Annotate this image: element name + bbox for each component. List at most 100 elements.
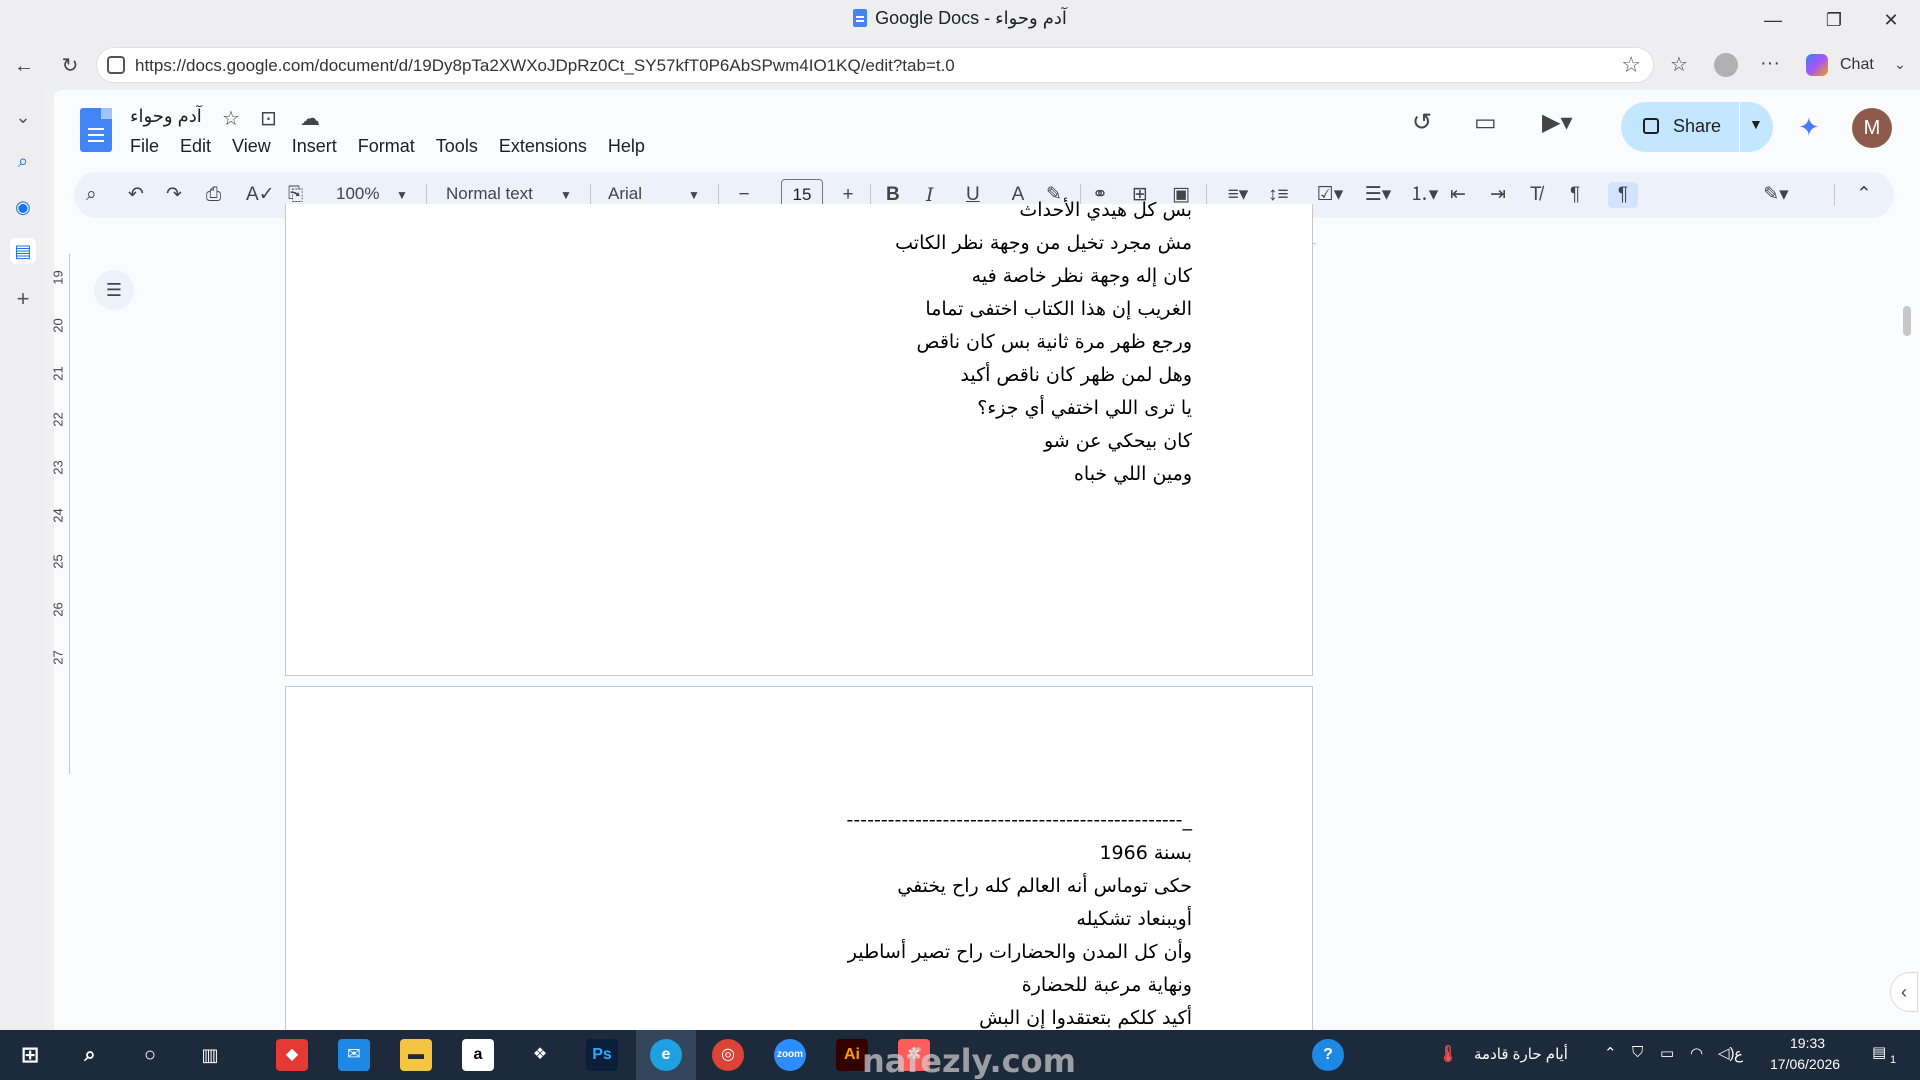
menu-help[interactable]: Help <box>608 136 645 160</box>
spellcheck-icon[interactable]: A✓ <box>246 182 275 208</box>
more-options-icon[interactable]: ··· <box>1760 52 1780 75</box>
amazon-icon[interactable]: a <box>462 1039 494 1071</box>
text-line[interactable]: كان إله وجهة نظر خاصة فيه <box>895 260 1192 293</box>
zoom-select[interactable]: 100% <box>336 184 379 204</box>
file-explorer-icon[interactable]: ▬ <box>400 1039 432 1071</box>
menu-view[interactable]: View <box>232 136 271 160</box>
language-indicator[interactable]: ع <box>1734 1045 1743 1063</box>
rtl-icon[interactable]: ¶ <box>1608 182 1638 208</box>
menu-format[interactable]: Format <box>358 136 415 160</box>
text-line[interactable]: بس كل هيدي الأحداث <box>895 194 1192 227</box>
clear-formatting-icon[interactable]: T̸ <box>1530 182 1542 208</box>
text-line[interactable]: أويبنعاد تشكيله <box>847 903 1192 936</box>
clock-time[interactable]: 19:33 <box>1790 1035 1825 1051</box>
chevron-down-icon[interactable]: ⌄ <box>1894 56 1906 73</box>
search-sidebar-icon[interactable]: ⌕ <box>10 148 36 174</box>
document-title[interactable]: آدم وحواء <box>130 106 202 127</box>
text-line[interactable]: ونهاية مرعبة للحضارة <box>847 969 1192 1002</box>
wifi-icon[interactable]: ◠ <box>1690 1044 1703 1062</box>
notifications-icon[interactable]: ▤ <box>1872 1043 1886 1061</box>
undo-icon[interactable]: ↶ <box>128 182 144 208</box>
close-button[interactable]: ✕ <box>1868 6 1914 34</box>
decrease-indent-icon[interactable]: ⇤ <box>1450 182 1466 208</box>
docs-sidebar-icon[interactable]: ▤ <box>10 238 36 264</box>
star-icon[interactable]: ☆ <box>222 106 240 131</box>
taskbar-search-icon[interactable]: ⌕ <box>74 1039 106 1071</box>
version-history-icon[interactable]: ↺ <box>1412 108 1432 137</box>
mail-icon[interactable]: ✉ <box>338 1039 370 1071</box>
copilot-chat-button[interactable]: Chat <box>1800 48 1896 82</box>
move-folder-icon[interactable]: ⊡ <box>260 106 277 131</box>
text-line[interactable]: وهل لمن ظهر كان ناقص أكيد <box>895 359 1192 392</box>
comments-icon[interactable]: ▭ <box>1474 108 1497 137</box>
bulleted-list-icon[interactable]: ☰▾ <box>1358 182 1398 208</box>
volume-icon[interactable]: ◁) <box>1718 1044 1735 1062</box>
back-icon[interactable]: ← <box>10 52 38 80</box>
battery-icon[interactable]: ▭ <box>1660 1044 1674 1062</box>
menu-tools[interactable]: Tools <box>436 136 478 160</box>
numbered-list-icon[interactable]: ⒈▾ <box>1404 182 1444 208</box>
text-line[interactable]: ورجع ظهر مرة ثانية بس كان ناقص <box>895 326 1192 359</box>
text-line[interactable]: مش مجرد تخيل من وجهة نظر الكاتب <box>895 227 1192 260</box>
photoshop-icon[interactable]: Ps <box>586 1039 618 1071</box>
clock-date[interactable]: 17/06/2026 <box>1770 1056 1840 1072</box>
text-line[interactable]: حكى توماس أنه العالم كله راح يختفي <box>847 870 1192 903</box>
hide-menus-icon[interactable]: ⌃ <box>1856 182 1872 208</box>
ltr-icon[interactable]: ¶ <box>1570 182 1580 208</box>
meet-icon[interactable]: ▶▾ <box>1542 108 1573 137</box>
task-view-icon[interactable]: ▥ <box>194 1039 226 1071</box>
cloud-status-icon[interactable]: ☁ <box>300 106 320 131</box>
text-line[interactable]: ومين اللي خباه <box>895 458 1192 491</box>
page-text[interactable]: بس كل هيدي الأحداث مش مجرد تخيل من وجهة … <box>895 194 1192 491</box>
add-sidebar-icon[interactable]: + <box>10 286 36 312</box>
security-icon[interactable]: ⛉ <box>1632 1044 1643 1061</box>
print-icon[interactable]: ⎙ <box>206 182 221 208</box>
text-line[interactable]: يا ترى اللي اختفي أي جزء؟ <box>895 392 1192 425</box>
menu-file[interactable]: File <box>130 136 159 160</box>
text-line[interactable]: _---------------------------------------… <box>847 804 1192 837</box>
avatar[interactable]: M <box>1852 108 1892 148</box>
chrome-icon[interactable]: ◎ <box>712 1039 744 1071</box>
reload-icon[interactable]: ↻ <box>56 52 84 80</box>
document-page[interactable]: بس كل هيدي الأحداث مش مجرد تخيل من وجهة … <box>285 199 1313 676</box>
text-line[interactable]: كان بيحكي عن شو <box>895 425 1192 458</box>
checklist-icon[interactable]: ☑▾ <box>1310 182 1350 208</box>
zoom-icon[interactable]: zoom <box>774 1039 806 1071</box>
menu-extensions[interactable]: Extensions <box>499 136 587 160</box>
minimize-button[interactable]: — <box>1750 6 1796 34</box>
document-page[interactable]: _---------------------------------------… <box>285 686 1313 1030</box>
address-bar[interactable]: https://docs.google.com/document/d/19Dy8… <box>96 47 1654 83</box>
increase-indent-icon[interactable]: ⇥ <box>1490 182 1506 208</box>
vertical-ruler[interactable]: 19 20 21 22 23 24 25 26 27 <box>51 254 70 774</box>
anydesk-icon[interactable]: ◆ <box>276 1039 308 1071</box>
dropbox-icon[interactable]: ❖ <box>524 1039 556 1071</box>
cortana-icon[interactable]: ○ <box>134 1039 166 1071</box>
profile-icon[interactable] <box>1714 53 1738 77</box>
docs-logo-icon[interactable] <box>80 108 112 152</box>
menu-insert[interactable]: Insert <box>292 136 337 160</box>
redo-icon[interactable]: ↷ <box>166 182 182 208</box>
search-menus-icon[interactable]: ⌕ <box>86 182 97 208</box>
side-panel-toggle-icon[interactable]: ‹ <box>1890 972 1918 1012</box>
gemini-icon[interactable]: ✦ <box>1798 112 1820 143</box>
url-text[interactable]: https://docs.google.com/document/d/19Dy8… <box>135 56 955 76</box>
editing-mode-icon[interactable]: ✎▾ <box>1756 182 1796 208</box>
weather-text[interactable]: أيام حارة قادمة <box>1474 1045 1568 1063</box>
tray-overflow-icon[interactable]: ⌃ <box>1604 1044 1617 1062</box>
start-icon[interactable]: ⊞ <box>14 1039 46 1071</box>
text-line[interactable]: الغريب إن هذا الكتاب اختفى تماما <box>895 293 1192 326</box>
page-text[interactable]: _---------------------------------------… <box>847 804 1192 1035</box>
collapse-sidebar-icon[interactable]: ⌄ <box>10 104 36 130</box>
edge-browser-icon[interactable]: e <box>650 1039 682 1071</box>
text-line[interactable]: بسنة 1966 <box>847 837 1192 870</box>
site-info-icon[interactable] <box>107 56 125 74</box>
bookmark-star-icon[interactable]: ☆ <box>1621 52 1641 78</box>
favorites-icon[interactable]: ☆ <box>1670 52 1688 77</box>
copilot-sidebar-icon[interactable]: ◉ <box>10 194 36 220</box>
text-line[interactable]: وأن كل المدن والحضارات راح تصير أساطير <box>847 936 1192 969</box>
restore-button[interactable]: ❐ <box>1811 6 1857 34</box>
share-dropdown-icon[interactable]: ▼ <box>1749 116 1763 132</box>
menu-edit[interactable]: Edit <box>180 136 211 160</box>
share-button[interactable]: Share ▼ <box>1621 102 1773 152</box>
font-select[interactable]: Arial <box>608 184 642 204</box>
